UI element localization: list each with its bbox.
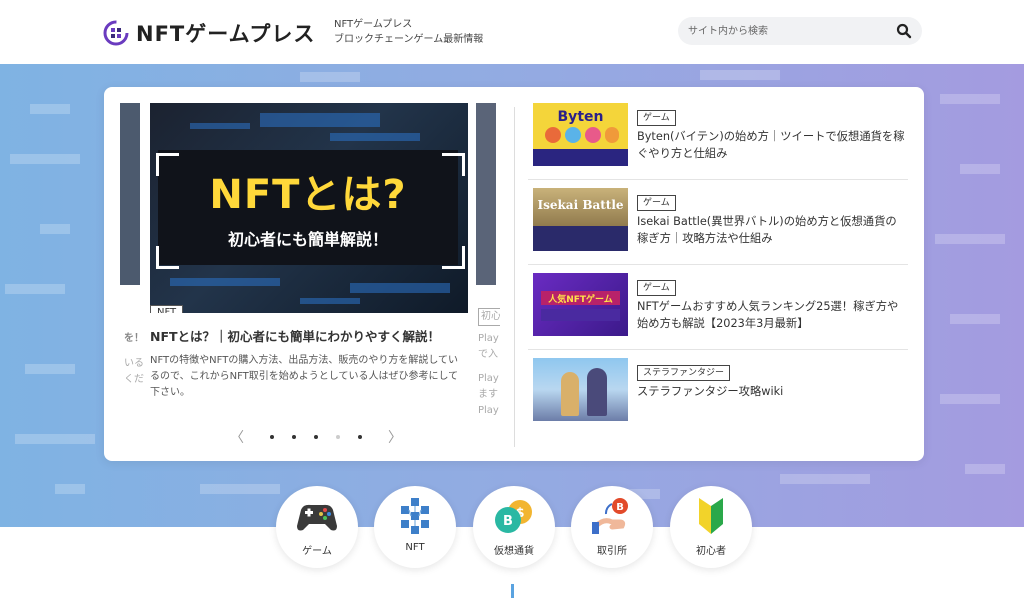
slider-dot-3[interactable] [314, 435, 318, 439]
featured-card: を！ いる くだ NFTとは? 初心者にも簡単解説！ NFT NFTとは？｜初心… [104, 87, 924, 461]
active-slide-title[interactable]: NFTとは？｜初心者にも簡単にわかりやすく解説！ [150, 326, 468, 345]
logo-text: NFTゲームプレス [136, 22, 316, 46]
bracket-br [442, 246, 465, 269]
category-label: 仮想通貨 [494, 546, 534, 557]
post-tag[interactable]: ゲーム [637, 110, 676, 126]
post-title[interactable]: NFTゲームおすすめ人気ランキング25選！稼ぎ方や始め方も解説【2023年3月最… [637, 298, 905, 332]
prev-slide-desc-1: いる [124, 358, 144, 369]
post-thumbnail: Byten [533, 103, 628, 166]
card-divider [514, 107, 515, 447]
category-label: NFT [405, 542, 425, 553]
bracket-bl [156, 246, 179, 269]
post-title[interactable]: ステラファンタジー攻略wiki [637, 383, 905, 400]
prev-slide[interactable]: を！ いる くだ [120, 103, 144, 423]
active-slide[interactable]: NFTとは? 初心者にも簡単解説！ NFT NFTとは？｜初心者にも簡単にわかり… [150, 103, 468, 401]
section-marker [511, 584, 514, 598]
category-label: 初心者 [696, 546, 726, 557]
post-tag[interactable]: ゲーム [637, 195, 676, 211]
post-title[interactable]: Isekai Battle(異世界バトル)の始め方と仮想通貨の稼ぎ方｜攻略方法や… [637, 213, 905, 247]
next-slide-desc-1: Play [478, 373, 499, 384]
exchange-icon: B [592, 498, 628, 534]
beginner-mark-icon [699, 498, 723, 534]
tagline-line-1: NFTゲームプレス [334, 19, 413, 30]
next-slide-tag: 初心 [478, 308, 500, 326]
thumb-title: Isekai Battle [537, 198, 624, 212]
category-label: ゲーム [302, 546, 332, 557]
slider-dot-2[interactable] [292, 435, 296, 439]
active-slide-image: NFTとは? 初心者にも簡単解説！ NFT [150, 103, 468, 313]
slider-dot-4[interactable] [336, 435, 340, 439]
category-exchange[interactable]: B 取引所 [571, 486, 653, 568]
thumb-title: Byten [557, 109, 604, 125]
svg-text:B: B [503, 514, 513, 529]
image-subheadline: 初心者にも簡単解説！ [227, 230, 388, 249]
active-slide-desc: NFTの特徴やNFTの購入方法、出品方法、販売のやり方を解説しているので、これか… [150, 355, 459, 398]
post-tag[interactable]: ステラファンタジー [637, 365, 731, 381]
category-game[interactable]: ゲーム [276, 486, 358, 568]
category-label: 取引所 [597, 546, 627, 557]
search-input[interactable] [678, 17, 888, 45]
blocks-icon [401, 498, 429, 534]
next-slide[interactable]: 初心 Play で入 Play ます Play [476, 103, 500, 423]
slider-pagination: 〈 〉 [230, 427, 410, 447]
svg-text:B: B [616, 502, 624, 513]
bracket-tr [442, 153, 465, 176]
post-item[interactable]: ステラファンタジー ステラファンタジー攻略wiki [528, 350, 908, 434]
image-headline: NFTとは? [209, 172, 407, 218]
prev-slide-desc-2: くだ [124, 374, 144, 385]
post-tag[interactable]: ゲーム [637, 280, 676, 296]
thumb-title: 人気NFTゲーム [548, 295, 613, 305]
slider-dot-1[interactable] [270, 435, 274, 439]
category-crypto[interactable]: $ B 仮想通貨 [473, 486, 555, 568]
category-beginner[interactable]: 初心者 [670, 486, 752, 568]
site-logo[interactable]: NFTゲームプレス [102, 18, 315, 48]
next-slide-title-1: Play [478, 333, 499, 344]
search-icon[interactable] [896, 23, 912, 39]
slider-next-arrow[interactable]: 〉 [388, 427, 402, 447]
tagline-line-2: ブロックチェーンゲーム最新情報 [334, 34, 484, 45]
category-nft[interactable]: NFT [374, 486, 456, 568]
post-item[interactable]: Byten ゲーム Byten(バイテン)の始め方｜ツイートで仮想通貨を稼ぐやり… [528, 95, 908, 180]
logo-mark-icon [103, 20, 129, 46]
post-item[interactable]: Isekai Battle ゲーム Isekai Battle(異世界バトル)の… [528, 180, 908, 265]
featured-slider: を！ いる くだ NFTとは? 初心者にも簡単解説！ NFT NFTとは？｜初心… [120, 103, 500, 448]
bracket-tl [156, 153, 179, 176]
post-list: Byten ゲーム Byten(バイテン)の始め方｜ツイートで仮想通貨を稼ぐやり… [528, 95, 908, 434]
gamepad-icon [297, 504, 337, 531]
next-slide-desc-2: ます [478, 389, 498, 400]
prev-slide-image [120, 103, 140, 285]
site-tagline: NFTゲームプレス ブロックチェーンゲーム最新情報 [334, 17, 483, 47]
slider-prev-arrow[interactable]: 〈 [230, 427, 244, 447]
search-box [678, 17, 922, 45]
post-thumbnail [533, 358, 628, 421]
next-slide-desc-3: Play [478, 405, 499, 416]
next-slide-image [476, 103, 496, 285]
next-slide-title-2: で入 [478, 349, 498, 360]
post-title[interactable]: Byten(バイテン)の始め方｜ツイートで仮想通貨を稼ぐやり方と仕組み [637, 128, 905, 162]
category-nav: ゲーム NFT $ B 仮想通貨 B 取引所 初心者 [276, 486, 756, 568]
post-thumbnail: Isekai Battle [533, 188, 628, 251]
slider-dot-5[interactable] [358, 435, 362, 439]
site-header: NFTゲームプレス NFTゲームプレス ブロックチェーンゲーム最新情報 [0, 0, 1024, 64]
image-banner: NFTとは? 初心者にも簡単解説！ [158, 150, 458, 265]
post-thumbnail: 人気NFTゲーム [533, 273, 628, 336]
coins-icon: $ B [495, 500, 532, 533]
active-slide-tag[interactable]: NFT [150, 305, 184, 313]
post-item[interactable]: 人気NFTゲーム ゲーム NFTゲームおすすめ人気ランキング25選！稼ぎ方や始め… [528, 265, 908, 350]
prev-slide-title: を！ [124, 333, 144, 344]
